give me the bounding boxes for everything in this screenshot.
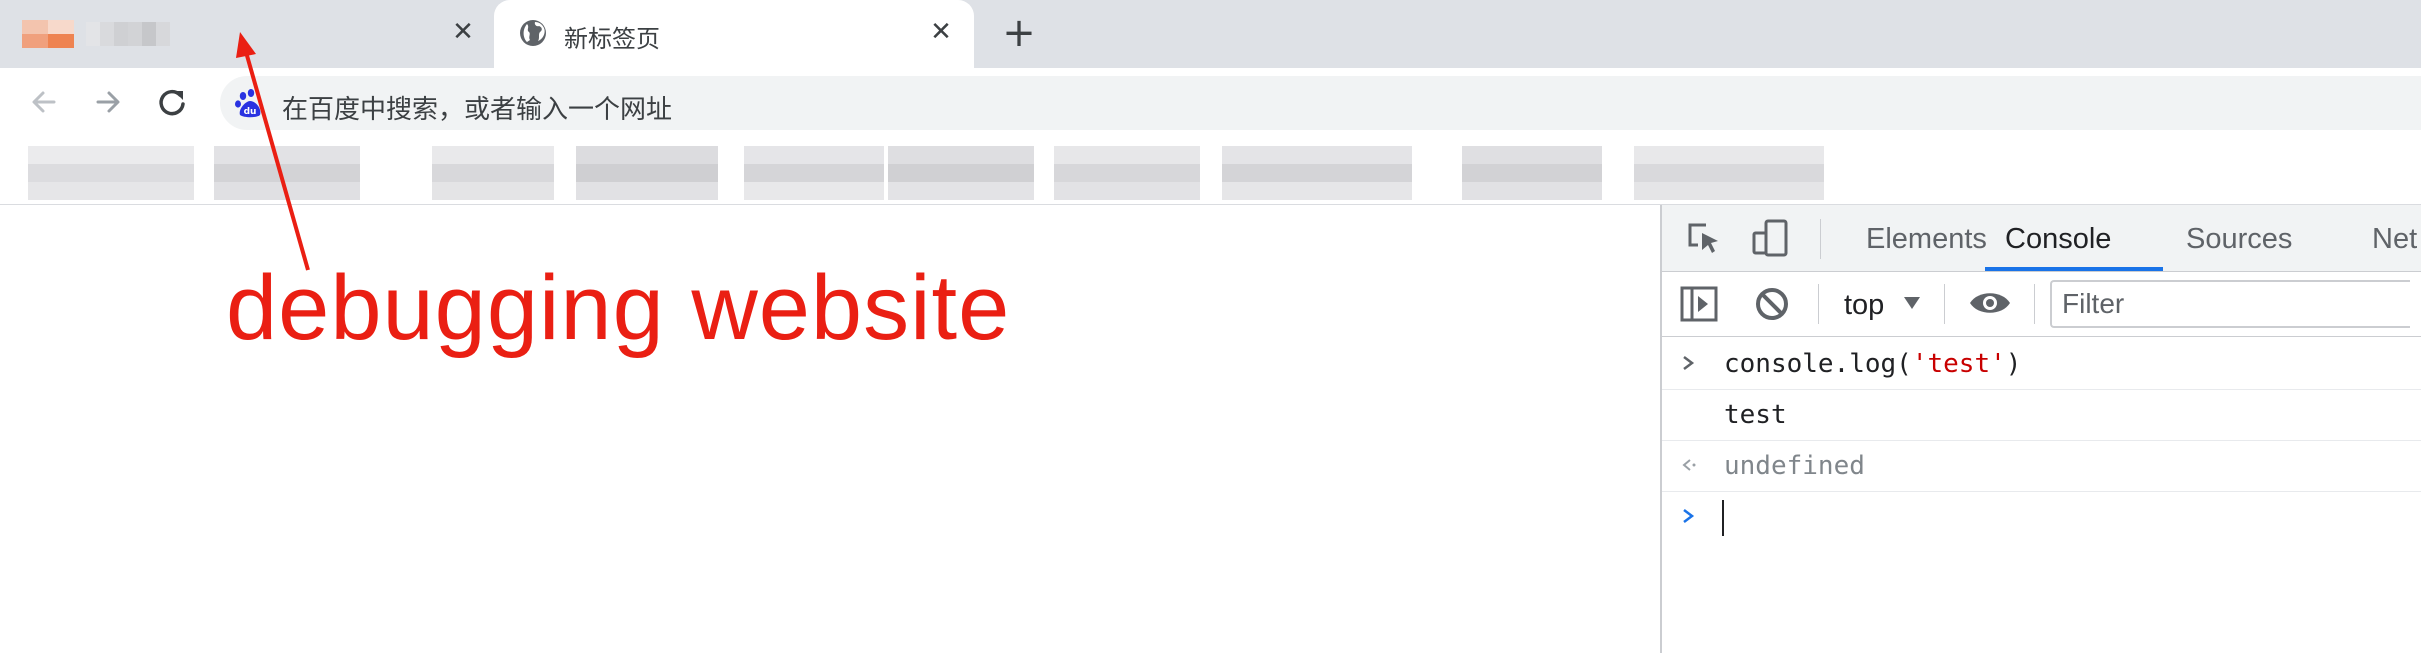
tab-title: 新标签页 [564, 25, 660, 53]
console-command[interactable]: console.log('test') [1724, 349, 2021, 379]
address-bar[interactable]: du 在百度中搜索，或者输入一个网址 [220, 76, 2421, 130]
tab-strip: ✕ 新标签页 ✕ + [0, 0, 2421, 68]
separator [1818, 284, 1819, 324]
globe-icon [520, 20, 546, 46]
separator [1820, 219, 1821, 259]
browser-toolbar: du 在百度中搜索，或者输入一个网址 [0, 68, 2421, 138]
prompt-chevron-icon [1683, 509, 1695, 523]
new-tab-button[interactable]: + [997, 12, 1041, 56]
console-log-row: test [1662, 390, 2421, 441]
tab-network[interactable]: Net [2372, 223, 2417, 256]
console-log-output: test [1724, 400, 1787, 430]
svg-text:du: du [244, 107, 257, 117]
console-toolbar: top [1662, 272, 2421, 337]
dropdown-caret-icon[interactable] [1902, 293, 1922, 313]
inspect-element-icon[interactable] [1684, 219, 1724, 259]
filter-input[interactable] [2050, 280, 2410, 328]
console-result-row: undefined [1662, 441, 2421, 492]
console-input-row: console.log('test') [1662, 339, 2421, 390]
clear-console-icon[interactable] [1754, 286, 1790, 322]
annotation-label: debugging website [226, 257, 1011, 359]
blurred-favicon-icon [22, 20, 74, 48]
live-expression-eye-icon[interactable] [1968, 288, 2012, 318]
tab-elements[interactable]: Elements [1866, 223, 1987, 256]
chevron-right-icon [1683, 356, 1695, 370]
active-tab-indicator [1985, 267, 2163, 271]
reload-icon[interactable] [152, 82, 192, 122]
omnibox-placeholder: 在百度中搜索，或者输入一个网址 [282, 95, 673, 125]
show-sidebar-icon[interactable] [1680, 286, 1718, 322]
devtools-tab-bar: Elements Console Sources Net [1662, 205, 2421, 272]
tab-new-tab-page[interactable]: 新标签页 ✕ [494, 0, 974, 68]
devtools-panel: Elements Console Sources Net top Filter … [1660, 205, 2421, 653]
separator [1944, 284, 1945, 324]
return-arrow-icon [1682, 459, 1696, 471]
blurred-tab-title [86, 22, 170, 46]
tab-console[interactable]: Console [2005, 223, 2111, 256]
context-selector[interactable]: top [1844, 289, 1884, 322]
device-toolbar-icon[interactable] [1750, 217, 1794, 261]
arrow-left-icon[interactable] [24, 82, 64, 122]
baidu-icon: du [235, 89, 261, 118]
arrow-right-icon[interactable] [88, 82, 128, 122]
console-return-value: undefined [1724, 451, 1865, 481]
tab-blurred-site[interactable]: ✕ [0, 0, 492, 68]
tab-close-icon[interactable]: ✕ [450, 19, 476, 45]
text-cursor [1722, 500, 1724, 536]
tab-close-icon[interactable]: ✕ [928, 19, 954, 45]
separator [2034, 284, 2035, 324]
console-prompt-row[interactable] [1662, 492, 2421, 542]
tab-sources[interactable]: Sources [2186, 223, 2292, 256]
bookmarks-bar-blurred [0, 138, 1840, 204]
